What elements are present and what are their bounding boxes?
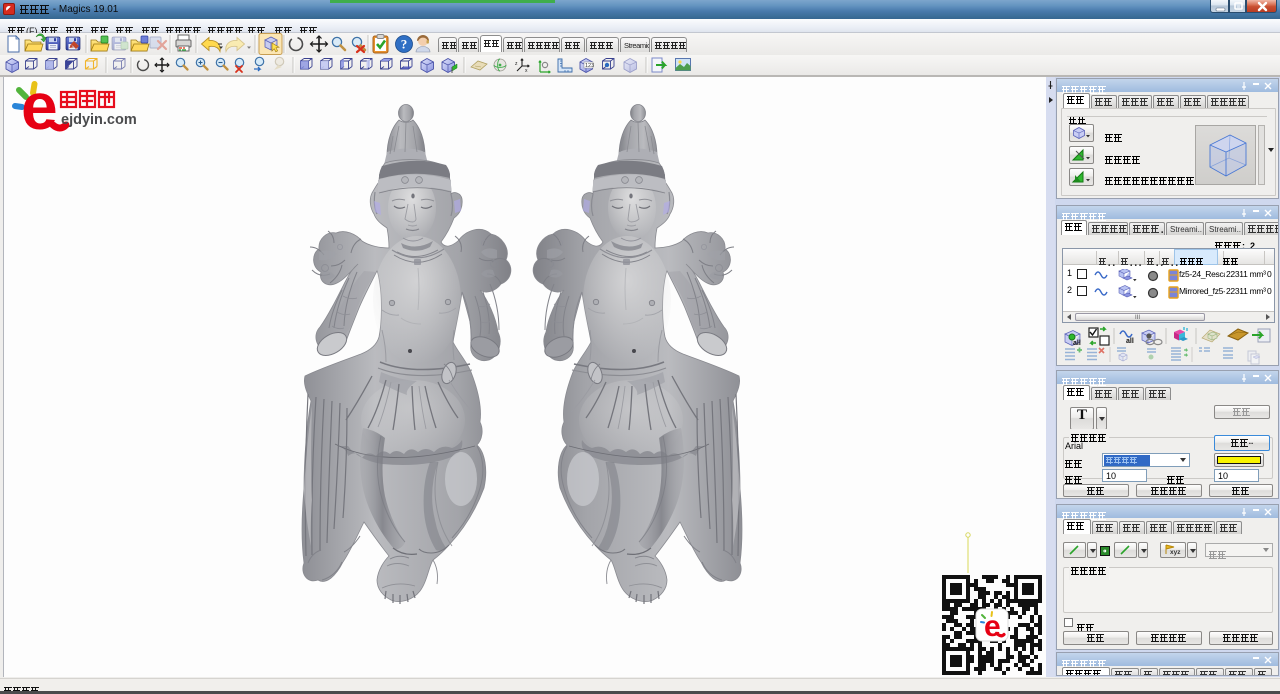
svg-text:?: ? [401,37,408,52]
svg-text:xyz: xyz [1170,549,1181,556]
svg-text:z: z [515,61,518,67]
svg-text:123: 123 [585,63,594,69]
svg-text:x: x [525,68,528,74]
svg-text:all: all [1126,338,1134,345]
